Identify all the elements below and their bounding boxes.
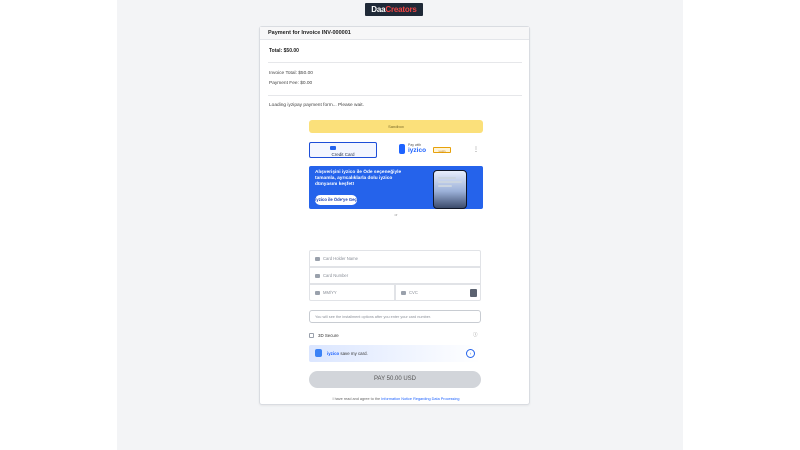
save-card-row[interactable]: iyzico save my card. › (309, 345, 481, 362)
card-holder-placeholder: Card Holder Name (323, 256, 358, 261)
tab-credit-card[interactable]: Credit Card (309, 142, 377, 158)
expiry-input[interactable]: MM/YY (309, 284, 395, 301)
or-separator: or (394, 213, 398, 217)
iyzico-name: iyzico (408, 147, 427, 154)
user-icon (315, 257, 320, 261)
calendar-icon (315, 291, 320, 295)
cvc-placeholder: CVC (409, 290, 418, 295)
total-amount: Total: $50.00 (269, 48, 299, 54)
card-number-input[interactable]: Card Number (309, 267, 481, 284)
shield-icon (315, 349, 322, 357)
sandbox-banner: Sandbox (309, 120, 483, 133)
tab-pay-with-iyzico[interactable]: Pay with iyzico Login (399, 143, 455, 157)
credit-card-icon (330, 146, 336, 150)
agreement-prefix: I have read and agree to the (332, 397, 382, 401)
expiry-placeholder: MM/YY (323, 290, 337, 295)
more-options-icon[interactable]: ⋮ (473, 143, 479, 157)
phone-illustration (433, 170, 467, 209)
loading-message: Loading iyzipay payment form... Please w… (269, 103, 364, 108)
cvc-input[interactable]: CVC (395, 284, 481, 301)
invoice-total: Invoice Total: $50.00 (269, 71, 313, 76)
lock-icon (401, 291, 406, 295)
promo-button[interactable]: iyzico ile Öde'ye Geç (315, 195, 357, 205)
3d-secure-checkbox[interactable] (309, 333, 314, 338)
agreement-text: I have read and agree to the Information… (307, 397, 485, 401)
divider (268, 95, 522, 96)
installments-note: You will see the installment options aft… (309, 310, 481, 323)
pay-button[interactable]: PAY 50.00 USD (309, 371, 481, 388)
payment-method-tabs: Credit Card Pay with iyzico Login ⋮ (307, 140, 485, 160)
iyzico-promo-banner: Alışverişini iyzico ile Öde seçeneğiyle … (309, 166, 483, 209)
data-processing-link[interactable]: Information Notice Regarding Data Proces… (381, 397, 459, 401)
3d-secure-label: 3D Secure (318, 333, 339, 338)
payment-card: Payment for Invoice INV-000001 Total: $5… (259, 26, 530, 405)
save-card-text: save my card. (339, 351, 368, 356)
iyzico-badge: Login (433, 147, 451, 153)
card-icon (315, 274, 320, 278)
logo-part-b: Creators (385, 5, 417, 14)
promo-text: Alışverişini iyzico ile Öde seçeneğiyle … (315, 170, 402, 187)
iyzico-logo-icon (399, 144, 405, 154)
save-card-label: iyzico save my card. (327, 351, 368, 356)
card-number-placeholder: Card Number (323, 273, 349, 278)
iyzipay-form: Sandbox Credit Card Pay with iyzico Logi… (307, 119, 485, 401)
3d-secure-row: 3D Secure ⓘ (309, 332, 481, 340)
cvc-card-icon (470, 289, 477, 297)
brand-logo[interactable]: Daa Creators (365, 3, 423, 16)
payment-fee: Payment Fee: $0.00 (269, 81, 313, 86)
save-card-brand: iyzico (327, 351, 340, 356)
card-title: Payment for Invoice INV-000001 (260, 27, 529, 40)
info-icon[interactable]: ⓘ (473, 332, 478, 338)
tab-credit-card-label: Credit Card (331, 152, 355, 157)
divider (268, 62, 522, 63)
card-holder-input[interactable]: Card Holder Name (309, 250, 481, 267)
chevron-right-icon[interactable]: › (466, 349, 475, 358)
logo-part-a: Daa (371, 5, 386, 14)
